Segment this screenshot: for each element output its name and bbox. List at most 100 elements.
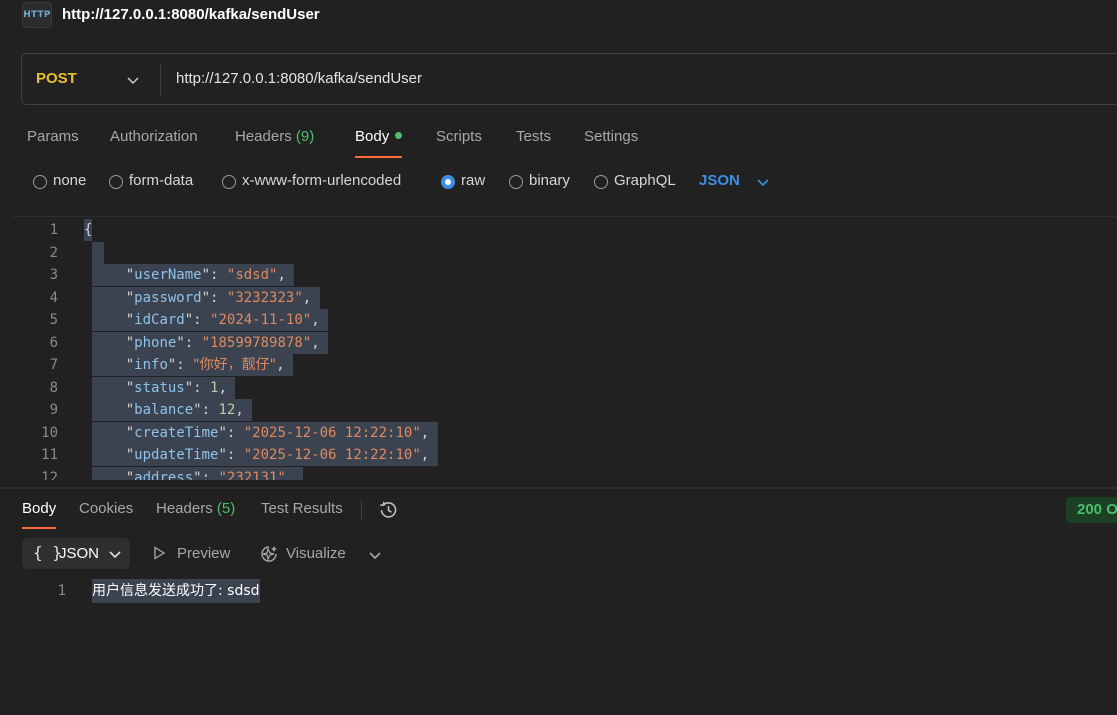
visualize-button[interactable]: Visualize	[259, 545, 346, 562]
radio-binary[interactable]: binary	[509, 172, 570, 189]
line-number: 12	[41, 470, 58, 480]
radio-icon[interactable]	[222, 175, 236, 189]
active-tab-underline	[355, 156, 403, 158]
tab-label: Cookies	[79, 500, 134, 517]
json-value: "2025-12-06 12:22:10"	[243, 425, 421, 441]
method-select[interactable]: POST	[36, 70, 77, 87]
tab-label: Tests	[516, 128, 552, 145]
divider	[160, 64, 161, 96]
response-tab-cookies[interactable]: Cookies	[79, 500, 133, 517]
radio-checked-icon[interactable]	[441, 175, 455, 189]
line-number: 3	[49, 267, 58, 283]
line-number: 6	[49, 335, 58, 351]
chevron-down-icon[interactable]	[756, 175, 770, 189]
chevron-down-icon	[109, 551, 121, 559]
radio-x-www-form-urlencoded[interactable]: x-www-form-urlencoded	[222, 172, 401, 189]
visualize-label: Visualize	[286, 545, 346, 562]
response-body-line: 1 用户信息发送成功了: sdsd	[0, 579, 1117, 603]
code-text	[92, 242, 104, 264]
chevron-down-icon[interactable]	[368, 548, 382, 562]
response-tab-test-results[interactable]: Test Results	[261, 500, 343, 517]
response-text[interactable]: 用户信息发送成功了: sdsd	[92, 579, 260, 603]
json-key: address	[134, 470, 194, 480]
url-bar: POST http://127.0.0.1:8080/kafka/sendUse…	[21, 53, 1117, 105]
radio-raw[interactable]: raw	[441, 172, 485, 189]
code-text: "address": "232131",	[92, 467, 303, 480]
response-tab-body[interactable]: Body	[22, 500, 57, 529]
preview-button[interactable]: Preview	[152, 545, 230, 562]
code-line: 9 "balance": 12,	[12, 399, 1117, 421]
line-number: 2	[49, 245, 58, 261]
tab-label: Headers	[235, 128, 292, 145]
radio-graphql[interactable]: GraphQL	[594, 172, 676, 189]
line-number: 7	[49, 357, 58, 373]
response-tab-headers[interactable]: Headers (5)	[156, 500, 235, 517]
radio-icon[interactable]	[33, 175, 47, 189]
json-key: idCard	[134, 312, 185, 328]
visualize-icon	[261, 546, 277, 562]
json-key: balance	[134, 402, 194, 418]
line-number: 11	[41, 447, 58, 463]
code-text: "status": 1,	[92, 377, 236, 399]
tab-label: Body	[355, 128, 390, 145]
response-tabs: Body Cookies Headers (5) Test Results 20…	[0, 497, 1117, 531]
tab-headers[interactable]: Headers (9)	[235, 128, 314, 145]
tab-label: Test Results	[261, 500, 343, 517]
json-value: "232131"	[218, 470, 286, 480]
tab-label: Scripts	[436, 128, 482, 145]
json-value: "你好，靓仔"	[193, 357, 277, 373]
json-braces-icon: { }	[33, 543, 62, 562]
chevron-down-icon[interactable]	[126, 73, 140, 87]
json-key: status	[134, 380, 185, 396]
body-editor[interactable]: 1 { 2 3 "userName": "sdsd", 4 "password"…	[12, 216, 1117, 480]
tab-params[interactable]: Params	[27, 128, 79, 145]
body-type-selector: none form-data x-www-form-urlencoded raw…	[0, 170, 1117, 194]
panel-splitter[interactable]	[0, 487, 1117, 489]
request-title[interactable]: http://127.0.0.1:8080/kafka/sendUser	[62, 6, 320, 23]
tab-settings[interactable]: Settings	[584, 128, 638, 145]
code-line: 6 "phone": "18599789878",	[12, 332, 1117, 354]
url-input[interactable]: http://127.0.0.1:8080/kafka/sendUser	[176, 70, 422, 87]
body-format-select[interactable]: JSON	[699, 172, 740, 189]
http-icon: HTTP	[22, 2, 52, 28]
code-text: {	[84, 219, 93, 241]
json-key: userName	[134, 267, 202, 283]
code-line: 7 "info": "你好，靓仔",	[12, 354, 1117, 376]
radio-icon[interactable]	[109, 175, 123, 189]
radio-form-data[interactable]: form-data	[109, 172, 193, 189]
history-icon[interactable]	[377, 499, 399, 521]
tab-label: Body	[22, 500, 57, 517]
radio-icon[interactable]	[594, 175, 608, 189]
code-text: "balance": 12,	[92, 399, 253, 421]
tab-label: Settings	[584, 128, 639, 145]
code-text: "updateTime": "2025-12-06 12:22:10",	[92, 444, 438, 466]
code-line: 11 "updateTime": "2025-12-06 12:22:10",	[12, 444, 1117, 466]
code-text: "idCard": "2024-11-10",	[92, 309, 329, 331]
response-toolbar: { } JSON Preview Visualize	[0, 538, 1117, 570]
json-key: info	[134, 357, 168, 373]
request-tabs: Params Authorization Headers (9) Body Sc…	[0, 126, 1117, 160]
radio-icon[interactable]	[509, 175, 523, 189]
line-number: 5	[49, 312, 58, 328]
active-tab-underline	[22, 527, 57, 529]
radio-label: x-www-form-urlencoded	[242, 172, 402, 189]
status-badge[interactable]: 200 OK	[1066, 497, 1117, 523]
tab-scripts[interactable]: Scripts	[436, 128, 482, 145]
radio-none[interactable]: none	[33, 172, 86, 189]
divider	[361, 501, 362, 521]
json-value: "3232323"	[226, 290, 303, 306]
json-value: "sdsd"	[226, 267, 278, 283]
preview-label: Preview	[177, 545, 231, 562]
format-label: JSON	[59, 545, 100, 562]
line-number: 4	[49, 290, 58, 306]
json-key: updateTime	[134, 447, 219, 463]
tab-tests[interactable]: Tests	[516, 128, 551, 145]
tab-body[interactable]: Body	[355, 128, 403, 158]
code-text: "userName": "sdsd",	[92, 264, 295, 286]
code-text: "info": "你好，靓仔",	[92, 354, 293, 376]
code-line: 12 "address": "232131",	[12, 467, 1117, 480]
line-number: 1	[57, 583, 66, 599]
response-format-select[interactable]: { } JSON	[22, 538, 130, 569]
code-line: 4 "password": "3232323",	[12, 287, 1117, 309]
tab-authorization[interactable]: Authorization	[110, 128, 198, 145]
